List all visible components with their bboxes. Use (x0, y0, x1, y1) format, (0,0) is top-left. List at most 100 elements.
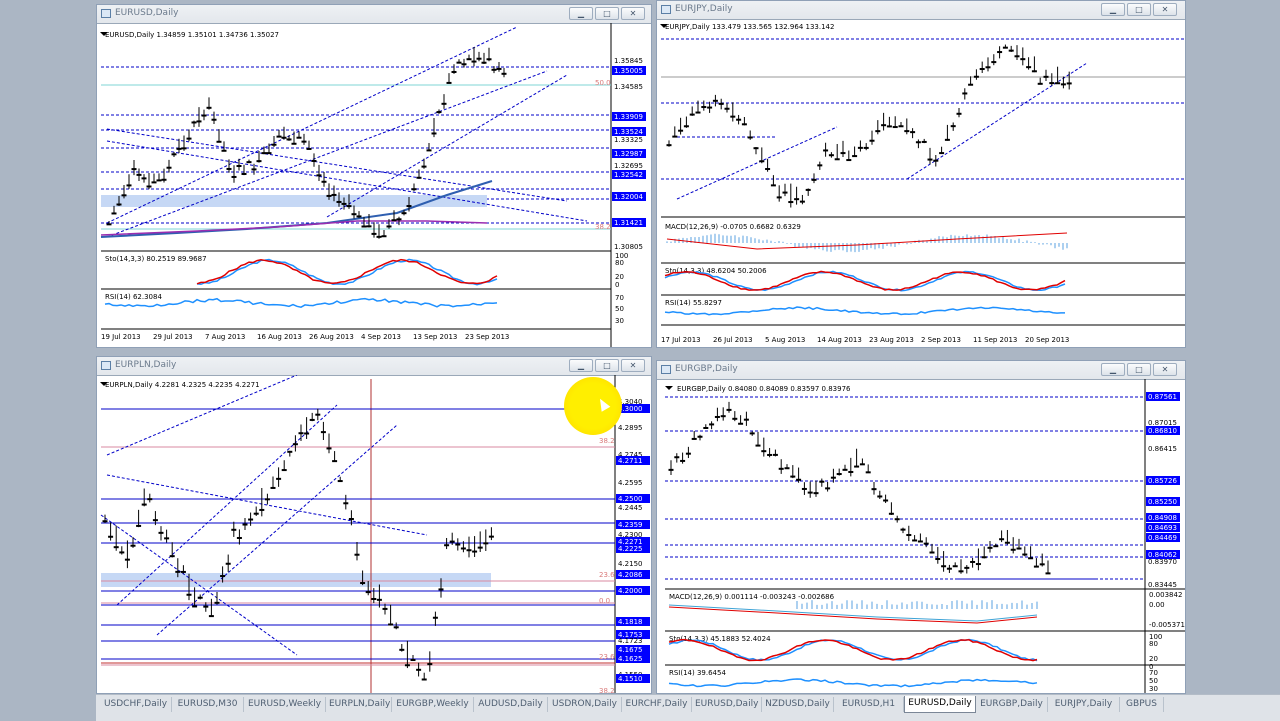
candle (1028, 557, 1034, 560)
chart-tab[interactable]: EURUSD,Daily (904, 696, 976, 713)
chart-tab[interactable]: EURUSD,M30 (172, 697, 244, 712)
candle (674, 456, 680, 459)
stochastic-signal (196, 258, 498, 285)
close-button[interactable]: ✕ (621, 7, 645, 20)
chart-tab[interactable]: EURUSD,Daily (692, 697, 762, 712)
chart-tab[interactable]: NZDUSD,Daily (762, 697, 834, 712)
indicator-scale: 30 (1149, 685, 1158, 693)
chart-tab[interactable]: EURGBP,Weekly (392, 697, 474, 712)
candle (351, 213, 357, 216)
candle (360, 582, 366, 585)
price-axis-label: 4.1818 (618, 618, 643, 626)
candle (501, 72, 507, 75)
candle (460, 547, 466, 550)
window-titlebar[interactable]: EURJPY,Daily ▁ □ ✕ (657, 1, 1185, 20)
candle (444, 544, 450, 547)
chart-tab[interactable]: EURUSD,H1 (834, 697, 904, 712)
candle (915, 141, 921, 144)
window-titlebar[interactable]: EURPLN,Daily ▁ □ ✕ (97, 357, 651, 376)
maximize-button[interactable]: □ (1127, 3, 1151, 16)
close-button[interactable]: ✕ (1153, 3, 1177, 16)
close-button[interactable]: ✕ (621, 359, 645, 372)
candle (147, 498, 153, 501)
candle (113, 546, 119, 549)
candle (180, 570, 186, 573)
candle (141, 503, 147, 506)
candle (466, 549, 472, 552)
candle (146, 185, 152, 188)
candle (311, 159, 317, 162)
candle (846, 159, 852, 162)
date-axis-label: 29 Jul 2013 (153, 333, 193, 341)
indicator-scale: 50 (1149, 677, 1158, 685)
candle (231, 528, 237, 531)
candle (836, 473, 842, 476)
candle (486, 58, 492, 61)
indicator-scale: 0.003842 (1149, 591, 1182, 599)
chart-window-eurjpy[interactable]: EURJPY,Daily ▁ □ ✕ EURJPY,Daily 133.479 … (656, 0, 1186, 348)
chart-window-eurusd[interactable]: EURUSD,Daily ▁ □ ✕ EURUSD,Daily 1.34859 … (96, 4, 652, 348)
candle (1033, 565, 1039, 568)
candle (726, 408, 732, 411)
chart-tab[interactable]: EURPLN,Daily (326, 697, 392, 712)
candle (264, 498, 270, 501)
candle (1016, 547, 1022, 550)
candle (1045, 572, 1051, 575)
candle (361, 225, 367, 228)
chart-tab[interactable]: EURJPY,Daily (1048, 697, 1120, 712)
window-title: EURPLN,Daily (115, 360, 177, 370)
minimize-button[interactable]: ▁ (569, 359, 593, 372)
candle (805, 188, 811, 191)
price-axis-label: 1.32004 (614, 193, 643, 201)
price-axis-label: 0.84469 (1148, 534, 1177, 542)
chart-tab[interactable]: EURCHF,Daily (622, 697, 692, 712)
price-chart-eurpln[interactable]: EURPLN,Daily 4.2281 4.2325 4.2235 4.2271… (97, 375, 651, 693)
chart-tab[interactable]: USDCHF,Daily (100, 697, 172, 712)
window-titlebar[interactable]: EURUSD,Daily ▁ □ ✕ (97, 5, 651, 24)
fib-label: 23.6 (599, 571, 615, 579)
maximize-button[interactable]: □ (595, 7, 619, 20)
chart-window-eurgbp[interactable]: EURGBP,Daily ▁ □ ✕ EURGBP,Daily 0.84080 … (656, 360, 1186, 694)
candle (488, 535, 494, 538)
candle (320, 431, 326, 434)
candle (166, 166, 172, 169)
candle (192, 605, 198, 608)
price-chart-eurusd[interactable]: EURUSD,Daily 1.34859 1.35101 1.34736 1.3… (97, 23, 651, 347)
chart-tab[interactable]: AUDUSD,Daily (474, 697, 548, 712)
candle (281, 136, 287, 139)
window-title: EURGBP,Daily (675, 364, 738, 374)
chart-tab[interactable]: GBPUS (1120, 697, 1164, 712)
candle (1037, 82, 1043, 85)
close-button[interactable]: ✕ (1153, 363, 1177, 376)
candle (214, 601, 220, 604)
date-axis-label: 16 Aug 2013 (257, 333, 302, 341)
maximize-button[interactable]: □ (595, 359, 619, 372)
chart-tab[interactable]: EURGBP,Daily (976, 697, 1048, 712)
candle (436, 111, 442, 114)
minimize-button[interactable]: ▁ (1101, 3, 1125, 16)
candle (416, 668, 422, 671)
fib-label: 38.2 (595, 223, 611, 231)
minimize-button[interactable]: ▁ (1101, 363, 1125, 376)
maximize-button[interactable]: □ (1127, 363, 1151, 376)
chart-tab[interactable]: USDRON,Daily (548, 697, 622, 712)
candle (306, 147, 312, 150)
trendline (106, 474, 428, 536)
candle (933, 159, 939, 162)
minimize-button[interactable]: ▁ (569, 7, 593, 20)
price-axis-label: 1.35845 (614, 57, 643, 65)
candle (871, 488, 877, 491)
candle (346, 205, 352, 208)
candle (130, 544, 136, 547)
candle (381, 235, 387, 238)
price-chart-eurgbp[interactable]: EURGBP,Daily 0.84080 0.84089 0.83597 0.8… (657, 379, 1185, 693)
candle (772, 453, 778, 456)
chart-tab[interactable]: EURUSD,Weekly (244, 697, 326, 712)
candle (309, 418, 315, 421)
price-axis-label: 4.2895 (618, 424, 643, 432)
indicator-label: MACD(12,26,9) 0.001114 -0.003243 -0.0026… (669, 593, 835, 601)
candle (956, 112, 962, 115)
price-chart-eurjpy[interactable]: EURJPY,Daily 133.479 133.565 132.964 133… (657, 19, 1185, 347)
date-axis-label: 20 Sep 2013 (1025, 336, 1069, 344)
window-titlebar[interactable]: EURGBP,Daily ▁ □ ✕ (657, 361, 1185, 380)
